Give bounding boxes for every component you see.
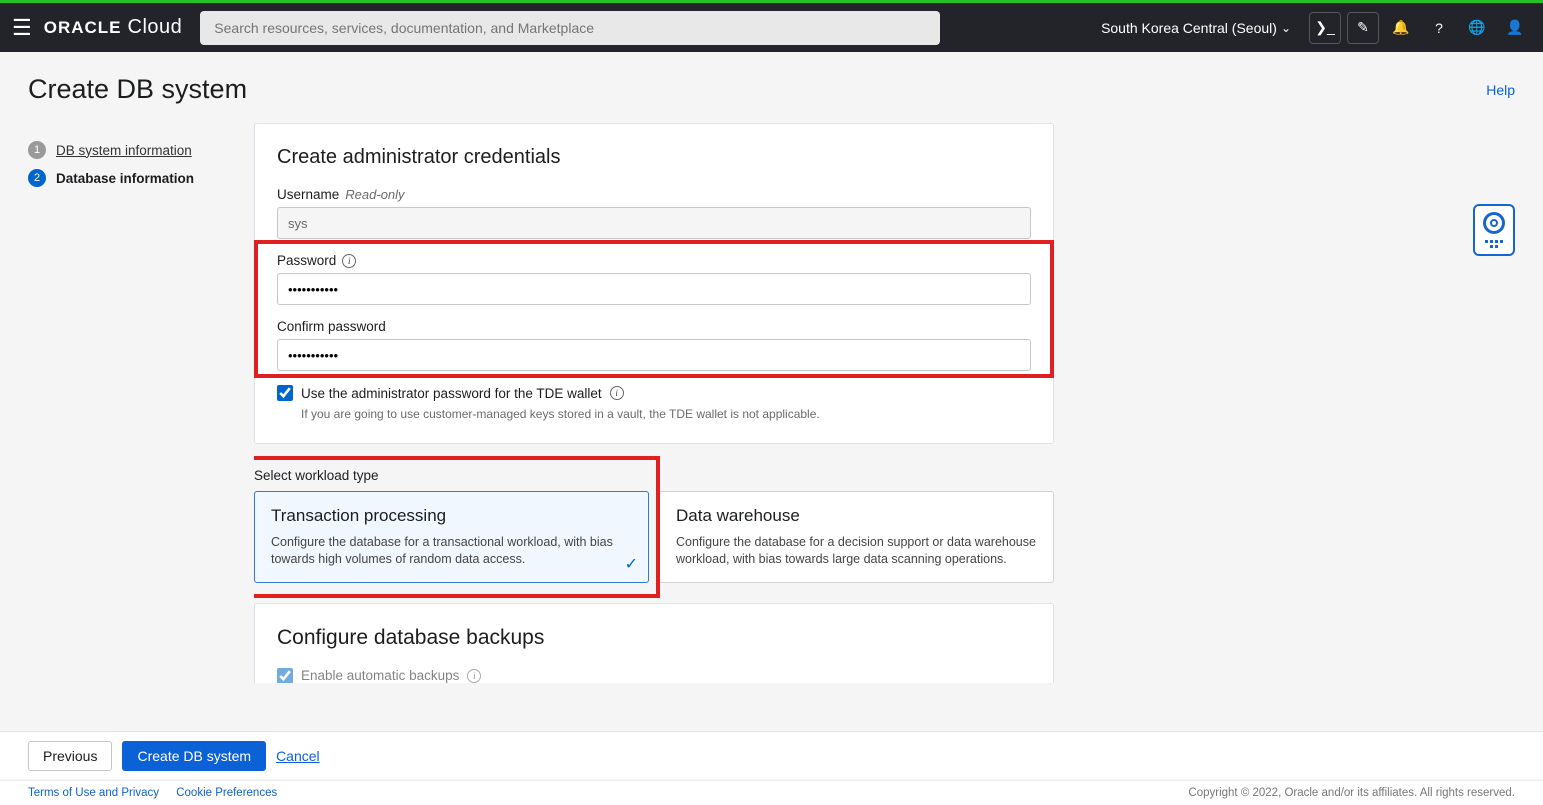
step-label: Database information	[56, 171, 194, 186]
workload-title: Transaction processing	[271, 506, 632, 526]
credentials-heading: Create administrator credentials	[277, 146, 1031, 169]
help-icon[interactable]: ?	[1423, 12, 1455, 44]
wizard-footer: Previous Create DB system Cancel	[0, 731, 1543, 779]
enable-backups-label: Enable automatic backups	[301, 668, 459, 683]
global-header: ☰ ORACLE Cloud South Korea Central (Seou…	[0, 0, 1543, 52]
help-link[interactable]: Help	[1486, 82, 1515, 98]
workload-section-label: Select workload type	[254, 464, 1054, 483]
tde-checkbox-label: Use the administrator password for the T…	[301, 386, 602, 401]
username-label: Username Read-only	[277, 187, 1031, 202]
previous-button[interactable]: Previous	[28, 741, 112, 771]
workload-transaction-processing[interactable]: Transaction processing Configure the dat…	[254, 491, 649, 583]
confirm-password-label: Confirm password	[277, 319, 1031, 334]
global-search	[200, 11, 940, 45]
readonly-tag: Read-only	[345, 187, 404, 202]
main-content: 1 DB system information 2 Database infor…	[0, 123, 1543, 683]
enable-backups-checkbox[interactable]	[277, 668, 293, 683]
notifications-icon[interactable]: 🔔	[1385, 12, 1417, 44]
wizard-steps: 1 DB system information 2 Database infor…	[28, 123, 248, 683]
info-icon[interactable]: i	[342, 254, 356, 268]
form-content: Create administrator credentials Usernam…	[254, 123, 1054, 683]
workload-title: Data warehouse	[676, 506, 1037, 526]
password-label: Password i	[277, 253, 1031, 268]
enable-backups-row: Enable automatic backups i	[277, 668, 1031, 683]
step-label: DB system information	[56, 143, 192, 158]
menu-icon[interactable]: ☰	[12, 15, 32, 41]
cancel-link[interactable]: Cancel	[276, 748, 320, 764]
copyright: Copyright © 2022, Oracle and/or its affi…	[1188, 787, 1515, 799]
page-title: Create DB system	[28, 74, 247, 105]
password-field: Password i	[277, 253, 1031, 305]
confirm-password-input[interactable]	[277, 339, 1031, 371]
workload-data-warehouse[interactable]: Data warehouse Configure the database fo…	[659, 491, 1054, 583]
cloud-shell-icon[interactable]: ❯_	[1309, 12, 1341, 44]
check-icon: ✓	[625, 554, 638, 574]
terms-link[interactable]: Terms of Use and Privacy	[28, 787, 159, 799]
admin-credentials-panel: Create administrator credentials Usernam…	[254, 123, 1054, 444]
step-db-system-info[interactable]: 1 DB system information	[28, 141, 248, 159]
edit-icon[interactable]: ✎	[1347, 12, 1379, 44]
lifebuoy-icon	[1483, 212, 1505, 234]
info-icon[interactable]: i	[467, 669, 481, 683]
legal-footer: Terms of Use and Privacy Cookie Preferen…	[0, 780, 1543, 805]
create-db-system-button[interactable]: Create DB system	[122, 741, 266, 771]
info-icon[interactable]: i	[610, 386, 624, 400]
confirm-password-field: Confirm password	[277, 319, 1031, 371]
backups-panel: Configure database backups Enable automa…	[254, 603, 1054, 683]
tde-hint: If you are going to use customer-managed…	[301, 407, 1031, 421]
logo-brand: ORACLE	[44, 18, 122, 38]
step-number: 1	[28, 141, 46, 159]
step-database-info[interactable]: 2 Database information	[28, 169, 248, 187]
search-input[interactable]	[200, 11, 940, 45]
globe-icon[interactable]: 🌐	[1461, 12, 1493, 44]
region-label: South Korea Central (Seoul)	[1101, 20, 1277, 36]
workload-options: Transaction processing Configure the dat…	[254, 491, 1054, 583]
tde-checkbox[interactable]	[277, 385, 293, 401]
region-selector[interactable]: South Korea Central (Seoul) ⌄	[1101, 20, 1291, 36]
username-input	[277, 207, 1031, 239]
oracle-cloud-logo[interactable]: ORACLE Cloud	[44, 16, 183, 39]
profile-icon[interactable]: 👤	[1499, 12, 1531, 44]
step-number: 2	[28, 169, 46, 187]
chevron-down-icon: ⌄	[1281, 21, 1291, 35]
cookie-prefs-link[interactable]: Cookie Preferences	[176, 787, 277, 799]
workload-desc: Configure the database for a transaction…	[271, 534, 632, 568]
workload-desc: Configure the database for a decision su…	[676, 534, 1037, 568]
tde-checkbox-row: Use the administrator password for the T…	[277, 385, 1031, 401]
username-field: Username Read-only	[277, 187, 1031, 239]
grid-icon	[1485, 240, 1503, 248]
logo-product: Cloud	[128, 16, 183, 39]
support-chip[interactable]	[1473, 204, 1515, 256]
backups-heading: Configure database backups	[277, 626, 1031, 650]
password-input[interactable]	[277, 273, 1031, 305]
page-header: Create DB system Help	[0, 52, 1543, 123]
